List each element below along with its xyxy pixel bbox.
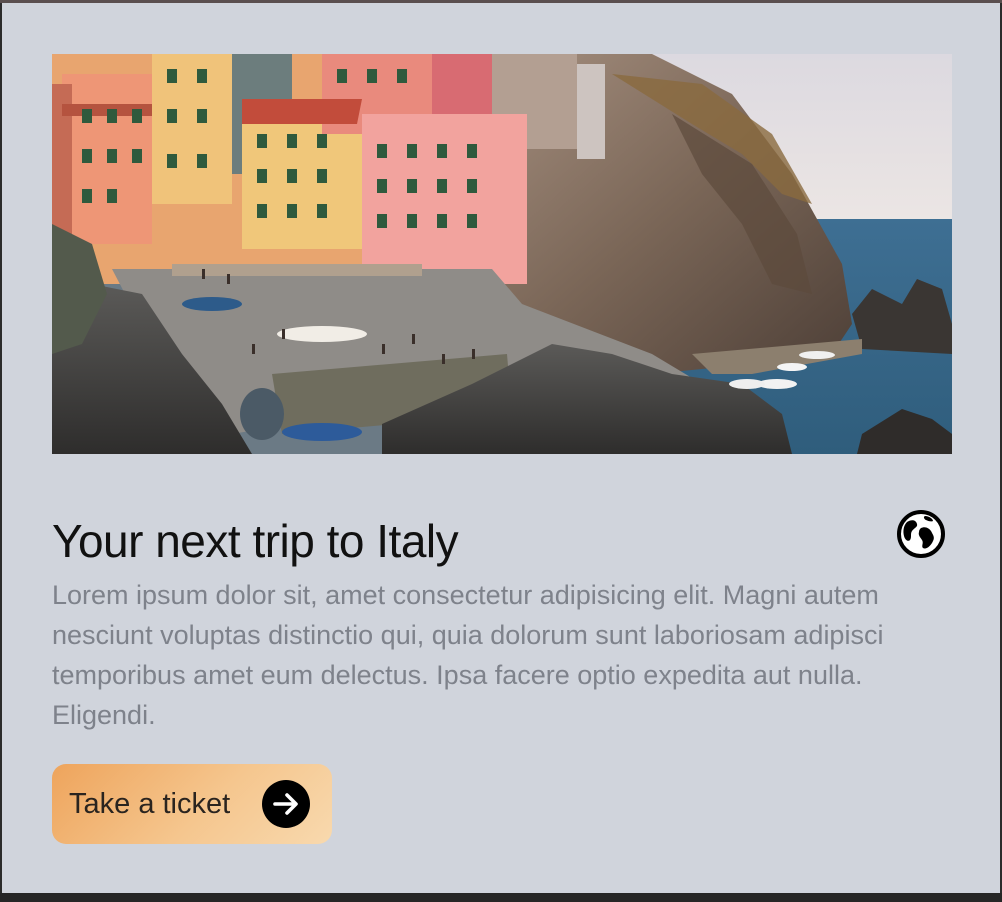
- take-ticket-button[interactable]: Take a ticket: [52, 764, 332, 844]
- globe-icon: [895, 508, 947, 560]
- card-description: Lorem ipsum dolor sit, amet consectetur …: [52, 580, 884, 730]
- hero-image: [52, 54, 952, 454]
- take-ticket-label: Take a ticket: [69, 788, 231, 820]
- window-bottom-bar: [0, 893, 1002, 902]
- arrow-right-circle-icon: [262, 780, 310, 828]
- card-title: Your next trip to Italy: [52, 515, 459, 567]
- trip-card: Your next trip to Italy Lorem ipsum dolo…: [2, 3, 1000, 893]
